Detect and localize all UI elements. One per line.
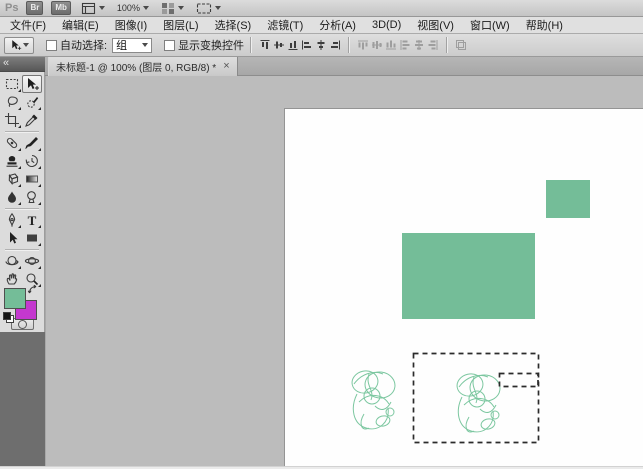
auto-align-layers-button <box>455 38 467 53</box>
dropdown-arrow-icon <box>143 6 149 10</box>
swap-colors-icon[interactable] <box>27 283 39 295</box>
auto-select-value: 组 <box>116 37 127 53</box>
distribute-horizontal-centers-button <box>413 38 425 53</box>
show-transform-controls-checkbox[interactable] <box>164 40 175 51</box>
right-doodle-artwork <box>455 372 502 433</box>
type-tool-glyph: T <box>28 214 37 227</box>
align-right-edges-button[interactable] <box>329 38 341 53</box>
document-tab-bar: 未标题-1 @ 100% (图层 0, RGB/8) * × <box>45 57 643 76</box>
brush-tool[interactable] <box>22 134 42 152</box>
align-vertical-centers-button[interactable] <box>273 38 285 53</box>
auto-select-label: 自动选择: <box>60 37 107 53</box>
menu-select[interactable]: 选择(S) <box>207 17 260 33</box>
document-tab[interactable]: 未标题-1 @ 100% (图层 0, RGB/8) * × <box>48 57 238 76</box>
spot-healing-brush-tool[interactable] <box>2 134 22 152</box>
ps-logo: Ps <box>5 2 18 14</box>
menu-layer[interactable]: 图层(L) <box>155 17 206 33</box>
tools-panel: T <box>0 72 45 332</box>
left-doodle-artwork <box>350 369 397 430</box>
align-top-edges-button[interactable] <box>259 38 271 53</box>
menu-file[interactable]: 文件(F) <box>2 17 54 33</box>
clone-stamp-tool[interactable] <box>2 152 22 170</box>
menu-edit[interactable]: 编辑(E) <box>54 17 107 33</box>
dropdown-arrow-icon <box>178 6 184 10</box>
pen-tool[interactable] <box>2 211 22 229</box>
tools-grid: T <box>0 72 44 288</box>
menu-filter[interactable]: 滤镜(T) <box>259 17 311 33</box>
blur-tool[interactable] <box>2 188 22 206</box>
tab-close-icon[interactable]: × <box>223 61 229 72</box>
document-canvas[interactable] <box>284 108 643 467</box>
menu-help[interactable]: 帮助(H) <box>518 17 571 33</box>
canvas-artwork-overlay <box>285 109 643 467</box>
dodge-tool[interactable] <box>22 188 42 206</box>
3d-rotate-tool[interactable] <box>2 252 22 270</box>
arrange-documents-button[interactable] <box>159 2 186 15</box>
distribute-vertical-centers-button <box>371 38 383 53</box>
foreground-color-swatch[interactable] <box>4 288 26 309</box>
view-extras-button[interactable] <box>79 2 107 15</box>
document-tab-title: 未标题-1 @ 100% (图层 0, RGB/8) * <box>56 59 216 74</box>
options-bar: 自动选择: 组 显示变换控件 <box>0 34 643 57</box>
dropdown-arrow-icon <box>142 43 148 47</box>
distribute-right-edges-button <box>427 38 439 53</box>
crop-tool[interactable] <box>2 111 22 129</box>
hand-tool[interactable] <box>2 270 22 288</box>
options-separator <box>250 37 252 53</box>
tool-preset-picker[interactable] <box>4 37 34 54</box>
options-separator <box>446 37 448 53</box>
dropdown-arrow-icon <box>99 6 105 10</box>
app-background-strip <box>0 332 45 469</box>
menu-window[interactable]: 窗口(W) <box>462 17 518 33</box>
canvas-pasteboard <box>45 76 643 467</box>
menu-view[interactable]: 视图(V) <box>409 17 462 33</box>
quick-selection-tool[interactable] <box>22 93 42 111</box>
history-brush-tool[interactable] <box>22 152 42 170</box>
distribute-bottom-edges-button <box>385 38 397 53</box>
screen-mode-button[interactable] <box>194 2 223 15</box>
horizontal-type-tool[interactable]: T <box>22 211 42 229</box>
auto-select-checkbox[interactable] <box>46 40 57 51</box>
launch-bridge-button[interactable]: Br <box>26 1 43 15</box>
zoom-level-dropdown[interactable]: 100% <box>115 3 151 13</box>
default-foreground-square <box>3 312 11 320</box>
launch-mini-bridge-button[interactable]: Mb <box>51 1 71 15</box>
align-horizontal-centers-button[interactable] <box>315 38 327 53</box>
quick-mask-circle-icon <box>18 320 27 329</box>
menu-3d[interactable]: 3D(D) <box>364 19 409 31</box>
dropdown-arrow-icon <box>215 6 221 10</box>
move-tool-icon <box>9 38 22 52</box>
lasso-tool[interactable] <box>2 93 22 111</box>
menu-bar: 文件(F) 编辑(E) 图像(I) 图层(L) 选择(S) 滤镜(T) 分析(A… <box>0 17 643 34</box>
3d-orbit-tool[interactable] <box>22 252 42 270</box>
zoom-level-value: 100% <box>117 3 140 13</box>
path-selection-tool[interactable] <box>2 229 22 247</box>
distribute-left-edges-button <box>399 38 411 53</box>
rectangular-marquee-tool[interactable] <box>2 75 22 93</box>
gradient-tool[interactable] <box>22 170 42 188</box>
rectangle-tool[interactable] <box>22 229 42 247</box>
selection-marquee-small <box>500 374 539 387</box>
eraser-tool[interactable] <box>2 170 22 188</box>
view-extras-icon <box>81 2 96 15</box>
eyedropper-tool[interactable] <box>22 111 42 129</box>
arrange-documents-icon <box>161 2 175 15</box>
application-bar: Ps Br Mb 100% <box>0 0 643 17</box>
align-left-edges-button[interactable] <box>301 38 313 53</box>
dropdown-arrow-icon <box>23 43 29 47</box>
distribute-top-edges-button <box>357 38 369 53</box>
move-tool[interactable] <box>22 75 42 93</box>
default-colors-icon[interactable] <box>3 312 14 323</box>
show-transform-controls-label: 显示变换控件 <box>178 37 244 53</box>
menu-analysis[interactable]: 分析(A) <box>311 17 364 33</box>
screen-mode-icon <box>196 2 212 15</box>
tools-panel-collapse-button[interactable]: « <box>0 57 45 72</box>
photoshop-window: Ps Br Mb 100% 文件( <box>0 0 643 469</box>
align-bottom-edges-button[interactable] <box>287 38 299 53</box>
menu-image[interactable]: 图像(I) <box>107 17 155 33</box>
options-separator <box>348 37 350 53</box>
auto-select-dropdown[interactable]: 组 <box>112 38 152 53</box>
